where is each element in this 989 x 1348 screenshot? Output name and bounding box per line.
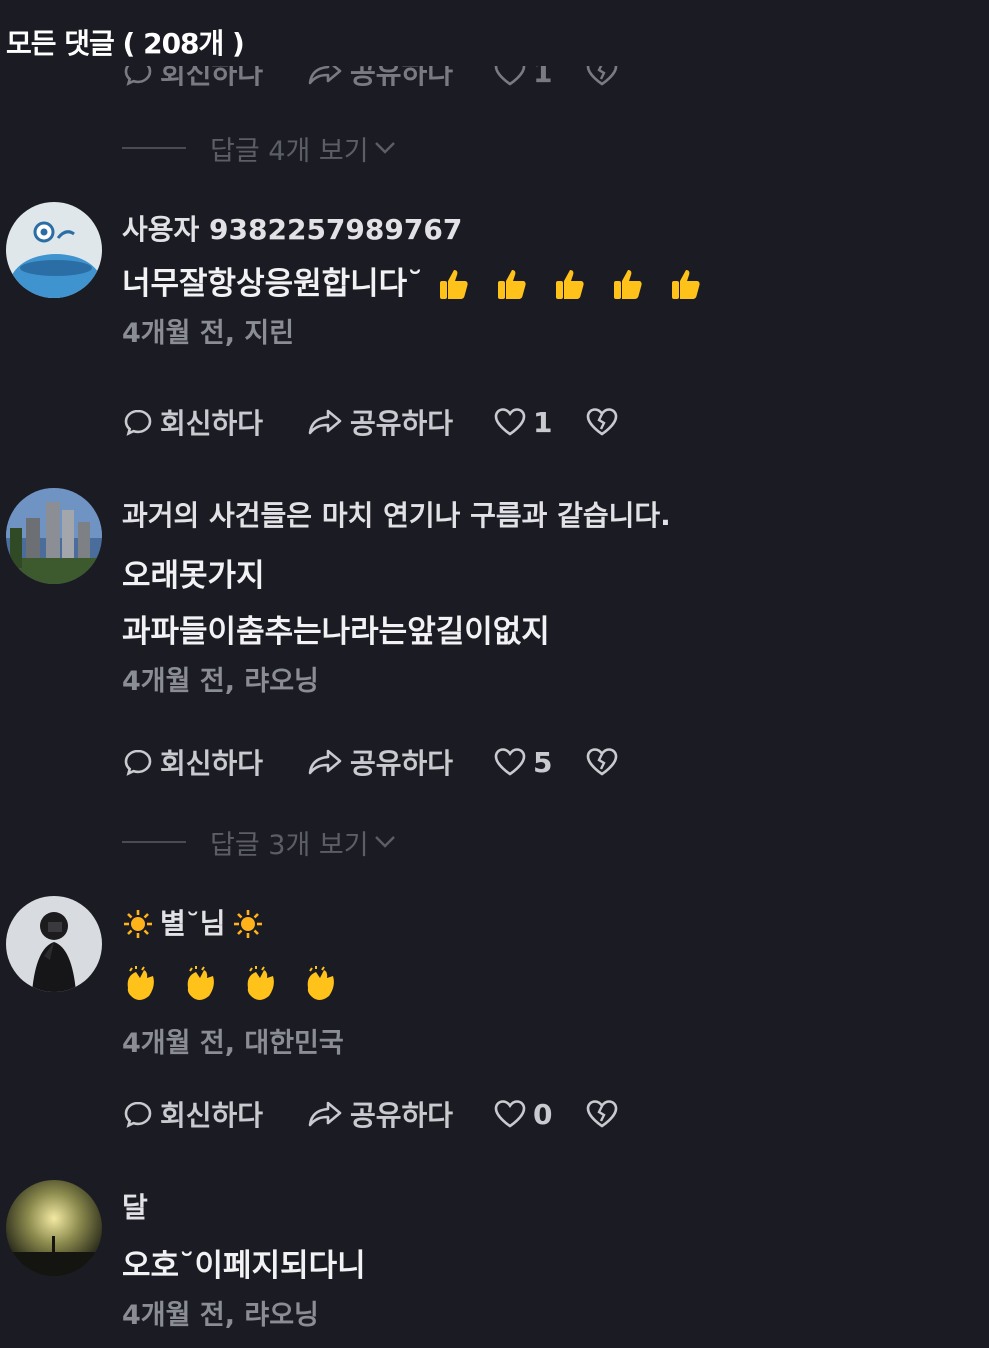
dislike-button[interactable]: [585, 1098, 619, 1130]
comment-actions: 회신하다 공유하다 0: [122, 1094, 619, 1134]
reply-button[interactable]: 회신하다: [122, 1094, 306, 1134]
share-label: 공유하다: [350, 1099, 454, 1132]
view-replies-label: 답글 4개 보기: [210, 135, 369, 167]
comment-actions: 회신하다 공유하다 5: [122, 742, 619, 782]
comment-actions: 회신하다 공유하다 1: [122, 402, 619, 442]
reply-button[interactable]: 회신하다: [122, 742, 306, 782]
divider-line: [122, 841, 186, 843]
avatar-image: [6, 202, 102, 298]
avatar[interactable]: [6, 896, 102, 992]
reply-label: 회신하다: [160, 1099, 264, 1132]
comments-page: 모든 댓글 ( 208개 ) 회신하다 공유하다 1 답글 4개 보기 사용자 …: [0, 0, 989, 1348]
like-count: 5: [533, 745, 553, 779]
reply-label: 회신하다: [160, 747, 264, 780]
clapping-hands-icon: [247, 966, 274, 1000]
reply-icon: [124, 1101, 152, 1128]
comment-meta: 4개월 전, 대한민국: [122, 1028, 344, 1059]
share-button[interactable]: 공유하다: [306, 402, 493, 442]
reply-label: 회신하다: [160, 407, 264, 440]
comment-meta: 4개월 전, 랴오닝: [122, 1300, 319, 1331]
comment-meta: 4개월 전, 랴오닝: [122, 666, 319, 697]
reply-icon: [124, 409, 152, 436]
emoji-row: [122, 964, 969, 1006]
avatar-image: [6, 488, 102, 584]
comment-text-line: 오래못가지: [122, 558, 265, 594]
dislike-button[interactable]: [585, 746, 619, 778]
like-count: 1: [533, 405, 553, 439]
like-button[interactable]: 1: [493, 406, 585, 439]
thumbs-up-icon: [439, 270, 468, 299]
view-replies-label: 답글 3개 보기: [210, 829, 369, 861]
like-count: 0: [533, 1097, 553, 1131]
clapping-hands-icon: [127, 966, 154, 1000]
thumbs-up-icon: [497, 270, 526, 299]
dislike-button[interactable]: [585, 406, 619, 438]
share-icon: [308, 749, 342, 775]
avatar-image: [6, 1180, 102, 1276]
comment-username[interactable]: 별˘님: [160, 906, 226, 942]
chevron-down-icon: [374, 836, 395, 848]
comments-title: 모든 댓글 ( 208개 ): [6, 27, 245, 60]
avatar-image: [6, 896, 102, 992]
broken-heart-icon: [586, 748, 618, 776]
avatar[interactable]: [6, 1180, 102, 1276]
heart-icon: [494, 408, 526, 436]
clapping-hands-icon: [187, 966, 214, 1000]
like-button[interactable]: 0: [493, 1098, 585, 1131]
avatar[interactable]: [6, 202, 102, 298]
comment-text: 오호˘이페지되다니: [122, 1248, 366, 1284]
share-icon: [308, 1101, 342, 1127]
emoji-row: [437, 267, 727, 301]
divider-line: [122, 147, 186, 149]
sun-icon: [124, 910, 152, 938]
comment-username-row: 별˘님: [122, 906, 969, 942]
comment-username[interactable]: 사용자 9382257989767: [122, 212, 969, 248]
heart-icon: [494, 748, 526, 776]
thumbs-up-icon: [555, 270, 584, 299]
share-button[interactable]: 공유하다: [306, 1094, 493, 1134]
comment-username[interactable]: 달: [122, 1190, 969, 1226]
share-button[interactable]: 공유하다: [306, 742, 493, 782]
view-replies-toggle[interactable]: 답글 3개 보기: [122, 824, 397, 861]
clapping-hands-icon: [307, 966, 334, 1000]
broken-heart-icon: [586, 1100, 618, 1128]
thumbs-up-icon: [613, 270, 642, 299]
view-replies-toggle[interactable]: 답글 4개 보기: [122, 130, 397, 167]
comment-meta: 4개월 전, 지린: [122, 318, 295, 349]
comment-text-line: 과파들이춤추는나라는앞길이없지: [122, 614, 550, 650]
share-label: 공유하다: [350, 407, 454, 440]
broken-heart-icon: [586, 408, 618, 436]
share-label: 공유하다: [350, 747, 454, 780]
reply-icon: [124, 749, 152, 776]
avatar[interactable]: [6, 488, 102, 584]
heart-icon: [494, 1100, 526, 1128]
sun-icon: [233, 910, 262, 938]
thumbs-up-icon: [671, 270, 700, 299]
like-button[interactable]: 5: [493, 746, 585, 779]
chevron-down-icon: [374, 142, 395, 154]
comment-username[interactable]: 과거의 사건들은 마치 연기나 구름과 같습니다.: [122, 498, 969, 534]
comment-text-row: 너무잘항상응원합니다˘: [122, 264, 969, 304]
comments-header: 모든 댓글 ( 208개 ): [0, 0, 989, 66]
reply-button[interactable]: 회신하다: [122, 402, 306, 442]
share-icon: [308, 409, 342, 435]
comment-text: 너무잘항상응원합니다˘: [122, 266, 423, 302]
